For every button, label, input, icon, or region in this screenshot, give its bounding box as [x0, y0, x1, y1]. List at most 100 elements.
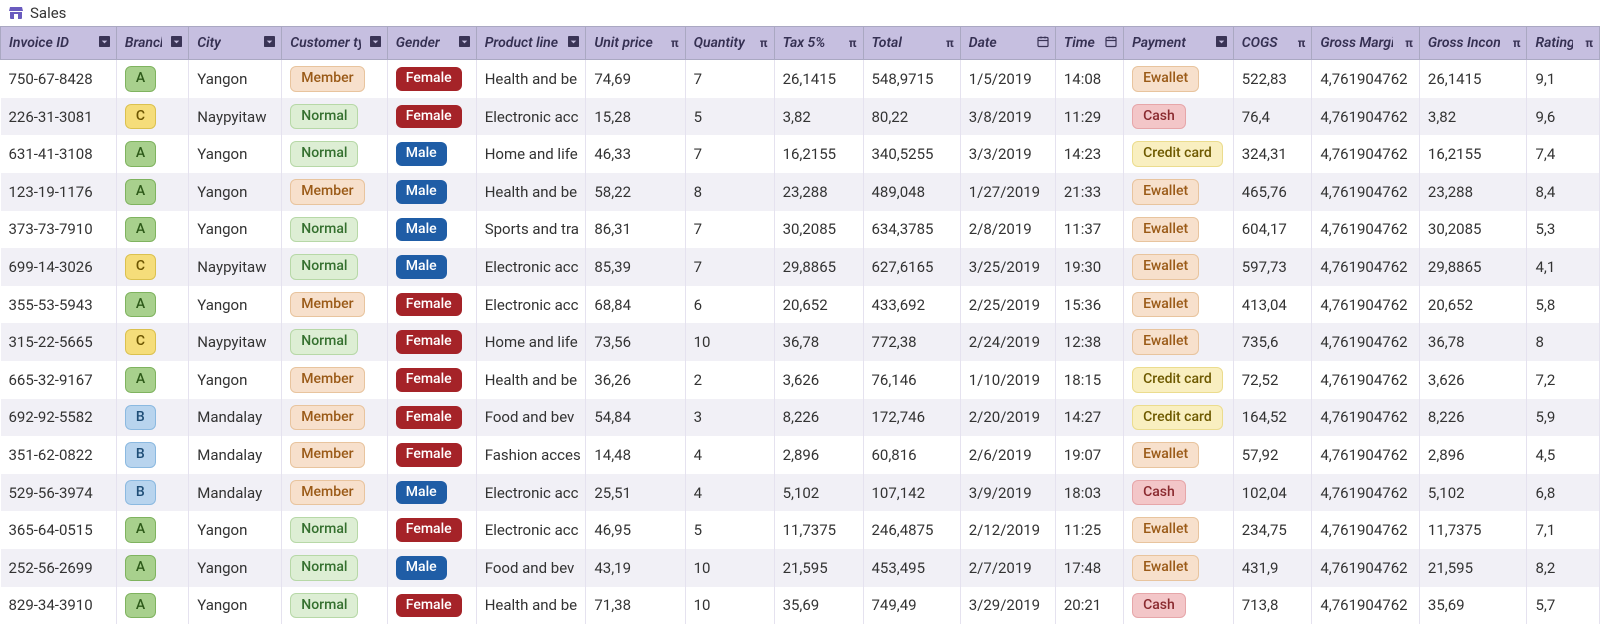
cell-gross_margin[interactable]: 4,761904762 — [1312, 248, 1420, 286]
cell-customer[interactable]: Normal — [282, 248, 387, 286]
cell-invoice[interactable]: 315-22-5665 — [1, 323, 117, 361]
cell-gender[interactable]: Female — [387, 361, 476, 399]
cell-gender[interactable]: Female — [387, 399, 476, 437]
cell-quantity[interactable]: 10 — [685, 323, 774, 361]
cell-customer[interactable]: Normal — [282, 549, 387, 587]
cell-rating[interactable]: 5,9 — [1527, 399, 1600, 437]
cell-gender[interactable]: Female — [387, 98, 476, 136]
column-header-unit_price[interactable]: Unit priceπ — [586, 27, 685, 60]
cell-city[interactable]: Yangon — [189, 549, 282, 587]
table-row[interactable]: 365-64-0515AYangonNormalFemaleElectronic… — [1, 511, 1600, 549]
cell-time[interactable]: 20:21 — [1055, 587, 1123, 624]
cell-unit_price[interactable]: 43,19 — [586, 549, 685, 587]
cell-unit_price[interactable]: 36,26 — [586, 361, 685, 399]
cell-product[interactable]: Health and be — [476, 587, 586, 624]
cell-date[interactable]: 3/29/2019 — [960, 587, 1055, 624]
cell-invoice[interactable]: 529-56-3974 — [1, 474, 117, 512]
cell-gender[interactable]: Male — [387, 135, 476, 173]
cell-branch[interactable]: A — [116, 135, 188, 173]
table-row[interactable]: 529-56-3974BMandalayMemberMaleElectronic… — [1, 474, 1600, 512]
cell-rating[interactable]: 9,6 — [1527, 98, 1600, 136]
cell-branch[interactable]: A — [116, 286, 188, 324]
cell-city[interactable]: Mandalay — [189, 399, 282, 437]
cell-product[interactable]: Electronic acc — [476, 511, 586, 549]
cell-branch[interactable]: A — [116, 361, 188, 399]
cell-gross_income[interactable]: 20,652 — [1419, 286, 1527, 324]
cell-invoice[interactable]: 692-92-5582 — [1, 399, 117, 437]
cell-tax[interactable]: 3,626 — [774, 361, 863, 399]
cell-product[interactable]: Electronic acc — [476, 474, 586, 512]
table-row[interactable]: 355-53-5943AYangonMemberFemaleElectronic… — [1, 286, 1600, 324]
cell-customer[interactable]: Member — [282, 474, 387, 512]
cell-gross_income[interactable]: 3,82 — [1419, 98, 1527, 136]
cell-tax[interactable]: 23,288 — [774, 173, 863, 211]
cell-quantity[interactable]: 2 — [685, 361, 774, 399]
cell-date[interactable]: 3/3/2019 — [960, 135, 1055, 173]
cell-cogs[interactable]: 431,9 — [1233, 549, 1312, 587]
cell-tax[interactable]: 3,82 — [774, 98, 863, 136]
cell-city[interactable]: Yangon — [189, 511, 282, 549]
cell-gross_margin[interactable]: 4,761904762 — [1312, 60, 1420, 98]
column-header-quantity[interactable]: Quantityπ — [685, 27, 774, 60]
cell-date[interactable]: 2/25/2019 — [960, 286, 1055, 324]
table-row[interactable]: 699-14-3026CNaypyitawNormalMaleElectroni… — [1, 248, 1600, 286]
cell-time[interactable]: 17:48 — [1055, 549, 1123, 587]
cell-branch[interactable]: A — [116, 60, 188, 98]
cell-product[interactable]: Electronic acc — [476, 98, 586, 136]
column-header-tax[interactable]: Tax 5%π — [774, 27, 863, 60]
cell-rating[interactable]: 8 — [1527, 323, 1600, 361]
cell-product[interactable]: Electronic acc — [476, 286, 586, 324]
cell-product[interactable]: Health and be — [476, 60, 586, 98]
cell-payment[interactable]: Ewallet — [1124, 60, 1234, 98]
cell-gross_margin[interactable]: 4,761904762 — [1312, 98, 1420, 136]
cell-customer[interactable]: Member — [282, 173, 387, 211]
cell-rating[interactable]: 9,1 — [1527, 60, 1600, 98]
cell-invoice[interactable]: 351-62-0822 — [1, 436, 117, 474]
cell-tax[interactable]: 8,226 — [774, 399, 863, 437]
cell-customer[interactable]: Normal — [282, 211, 387, 249]
cell-quantity[interactable]: 10 — [685, 549, 774, 587]
cell-rating[interactable]: 8,4 — [1527, 173, 1600, 211]
cell-date[interactable]: 2/12/2019 — [960, 511, 1055, 549]
cell-gross_margin[interactable]: 4,761904762 — [1312, 361, 1420, 399]
cell-payment[interactable]: Ewallet — [1124, 549, 1234, 587]
cell-cogs[interactable]: 597,73 — [1233, 248, 1312, 286]
cell-payment[interactable]: Cash — [1124, 587, 1234, 624]
cell-unit_price[interactable]: 68,84 — [586, 286, 685, 324]
cell-cogs[interactable]: 735,6 — [1233, 323, 1312, 361]
cell-branch[interactable]: B — [116, 399, 188, 437]
cell-time[interactable]: 14:23 — [1055, 135, 1123, 173]
cell-gross_income[interactable]: 29,8865 — [1419, 248, 1527, 286]
cell-cogs[interactable]: 413,04 — [1233, 286, 1312, 324]
cell-product[interactable]: Fashion acces — [476, 436, 586, 474]
cell-time[interactable]: 15:36 — [1055, 286, 1123, 324]
cell-time[interactable]: 18:03 — [1055, 474, 1123, 512]
cell-unit_price[interactable]: 86,31 — [586, 211, 685, 249]
cell-city[interactable]: Naypyitaw — [189, 98, 282, 136]
table-row[interactable]: 373-73-7910AYangonNormalMaleSports and t… — [1, 211, 1600, 249]
cell-tax[interactable]: 5,102 — [774, 474, 863, 512]
cell-payment[interactable]: Credit card — [1124, 135, 1234, 173]
cell-gender[interactable]: Male — [387, 248, 476, 286]
cell-invoice[interactable]: 355-53-5943 — [1, 286, 117, 324]
cell-cogs[interactable]: 522,83 — [1233, 60, 1312, 98]
cell-time[interactable]: 11:29 — [1055, 98, 1123, 136]
cell-gender[interactable]: Female — [387, 323, 476, 361]
table-row[interactable]: 226-31-3081CNaypyitawNormalFemaleElectro… — [1, 98, 1600, 136]
cell-customer[interactable]: Normal — [282, 323, 387, 361]
cell-gross_margin[interactable]: 4,761904762 — [1312, 474, 1420, 512]
cell-time[interactable]: 14:27 — [1055, 399, 1123, 437]
cell-quantity[interactable]: 8 — [685, 173, 774, 211]
cell-cogs[interactable]: 164,52 — [1233, 399, 1312, 437]
cell-gross_income[interactable]: 21,595 — [1419, 549, 1527, 587]
cell-time[interactable]: 11:37 — [1055, 211, 1123, 249]
cell-branch[interactable]: A — [116, 173, 188, 211]
cell-quantity[interactable]: 7 — [685, 248, 774, 286]
cell-payment[interactable]: Credit card — [1124, 399, 1234, 437]
cell-payment[interactable]: Ewallet — [1124, 323, 1234, 361]
cell-total[interactable]: 246,4875 — [863, 511, 960, 549]
column-header-gross_margin[interactable]: Gross Margi.π — [1312, 27, 1420, 60]
cell-gross_margin[interactable]: 4,761904762 — [1312, 436, 1420, 474]
cell-gender[interactable]: Male — [387, 474, 476, 512]
cell-gross_margin[interactable]: 4,761904762 — [1312, 135, 1420, 173]
